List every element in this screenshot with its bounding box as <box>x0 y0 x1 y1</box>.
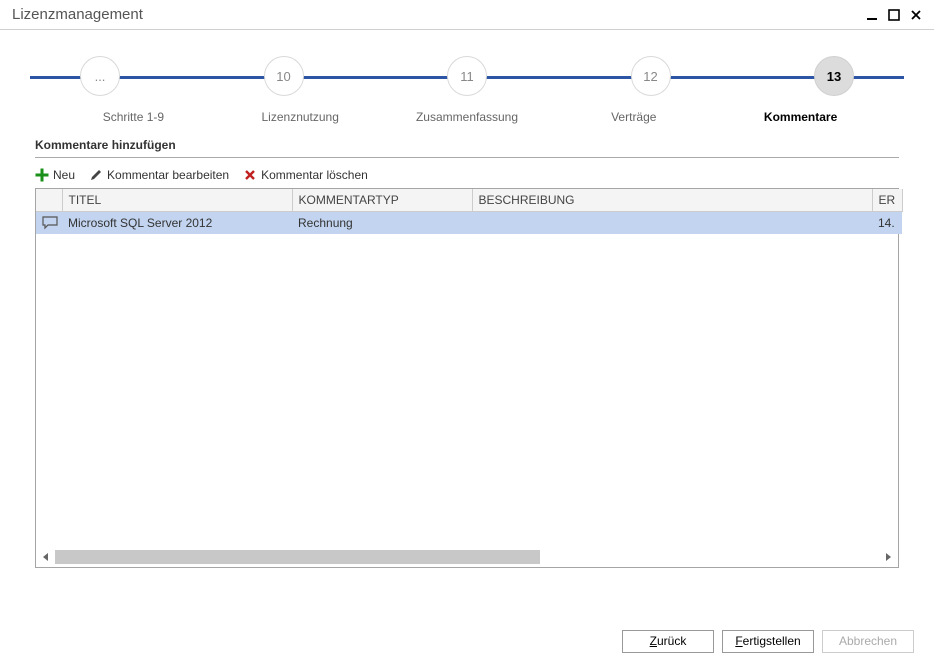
cell-type: Rechnung <box>292 212 472 235</box>
step-label-13: Kommentare <box>717 110 884 124</box>
step-circle-11[interactable]: 11 <box>447 56 487 96</box>
step-circle-1-9[interactable]: ... <box>80 56 120 96</box>
cell-er: 14. <box>872 212 902 235</box>
new-comment-label: Neu <box>53 168 75 182</box>
x-icon <box>243 168 257 182</box>
step-label-11: Zusammenfassung <box>384 110 551 124</box>
table-header-row: TITEL KOMMENTARTYP BESCHREIBUNG ER <box>36 189 902 212</box>
title-bar: Lizenzmanagement <box>0 0 934 30</box>
window-controls <box>864 7 924 23</box>
scrollbar-thumb[interactable] <box>55 550 540 564</box>
scroll-left-arrow-icon[interactable] <box>39 550 53 564</box>
new-comment-button[interactable]: Neu <box>35 168 75 182</box>
step-circle-12[interactable]: 12 <box>631 56 671 96</box>
close-button[interactable] <box>908 7 924 23</box>
col-header-type[interactable]: KOMMENTARTYP <box>292 189 472 212</box>
section-title: Kommentare hinzufügen <box>35 138 899 158</box>
edit-comment-label: Kommentar bearbeiten <box>107 168 229 182</box>
wizard-stepper: ... 10 11 12 13 Schritte 1-9 Lizenznutzu… <box>0 30 934 132</box>
finish-button[interactable]: Fertigstellen <box>722 630 814 653</box>
cell-desc <box>472 212 872 235</box>
scroll-right-arrow-icon[interactable] <box>881 550 895 564</box>
maximize-button[interactable] <box>886 7 902 23</box>
comment-toolbar: Neu Kommentar bearbeiten Kommentar lösch… <box>0 158 934 188</box>
step-label-12: Verträge <box>550 110 717 124</box>
step-circle-10[interactable]: 10 <box>264 56 304 96</box>
delete-comment-button[interactable]: Kommentar löschen <box>243 168 368 182</box>
step-label-1-9: Schritte 1-9 <box>50 110 217 124</box>
minimize-button[interactable] <box>864 7 880 23</box>
edit-comment-button[interactable]: Kommentar bearbeiten <box>89 168 229 182</box>
cell-title: Microsoft SQL Server 2012 <box>62 212 292 235</box>
col-header-title[interactable]: TITEL <box>62 189 292 212</box>
step-label-10: Lizenznutzung <box>217 110 384 124</box>
col-header-desc[interactable]: BESCHREIBUNG <box>472 189 872 212</box>
step-circle-13[interactable]: 13 <box>814 56 854 96</box>
delete-comment-label: Kommentar löschen <box>261 168 368 182</box>
wizard-footer: Zurück Fertigstellen Abbrechen <box>0 620 934 662</box>
col-header-icon[interactable] <box>36 189 62 212</box>
window-title: Lizenzmanagement <box>12 6 143 23</box>
back-button[interactable]: Zurück <box>622 630 714 653</box>
table-row[interactable]: Microsoft SQL Server 2012 Rechnung 14. <box>36 212 902 235</box>
section-header: Kommentare hinzufügen <box>0 132 934 158</box>
col-header-er[interactable]: ER <box>872 189 902 212</box>
plus-icon <box>35 168 49 182</box>
comment-icon <box>36 212 62 235</box>
comments-table: TITEL KOMMENTARTYP BESCHREIBUNG ER Micro… <box>35 188 899 568</box>
pencil-icon <box>89 168 103 182</box>
cancel-button: Abbrechen <box>822 630 914 653</box>
horizontal-scrollbar[interactable] <box>39 550 895 564</box>
